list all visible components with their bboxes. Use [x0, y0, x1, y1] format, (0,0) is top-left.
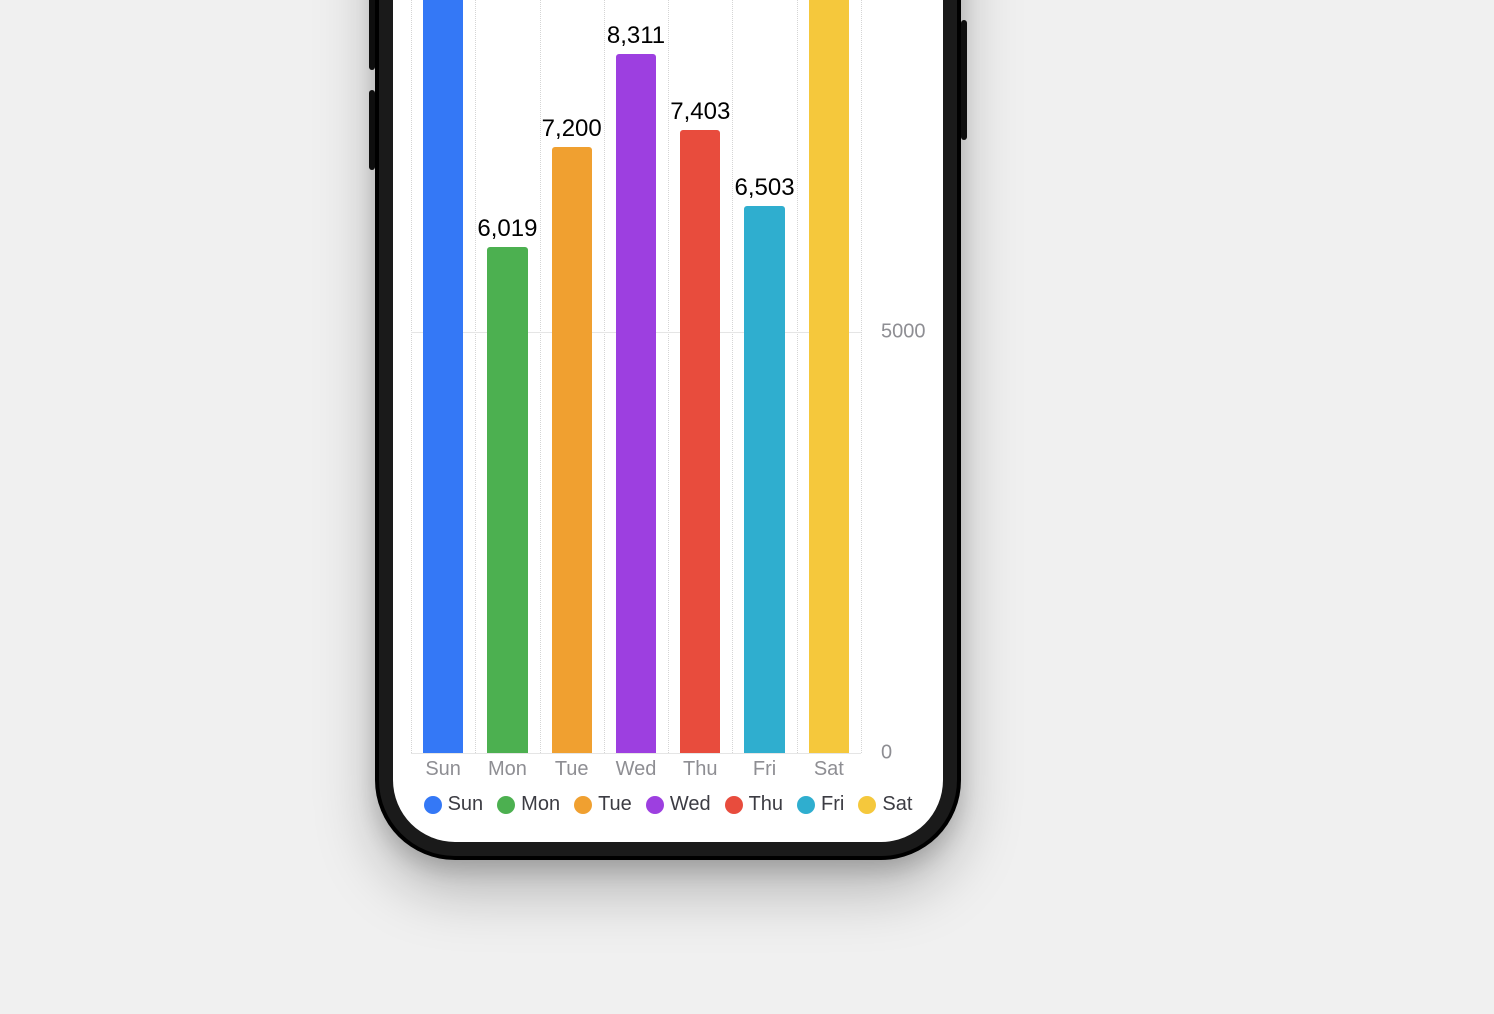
chart-plot-area: 10,531 6,019 7,200 8,311 7,403	[411, 0, 861, 753]
y-tick-label: 5000	[881, 321, 926, 344]
bar-mon[interactable]: 6,019	[487, 247, 527, 753]
legend-swatch	[646, 796, 664, 814]
power-button[interactable]	[961, 20, 967, 140]
volume-down-button[interactable]	[369, 90, 375, 170]
grid-y-0	[411, 753, 861, 754]
x-tick-label: Sat	[814, 758, 844, 781]
legend-swatch	[797, 796, 815, 814]
legend-item-wed[interactable]: Wed	[646, 793, 711, 816]
legend-label: Fri	[821, 793, 844, 816]
volume-up-button[interactable]	[369, 0, 375, 70]
legend-swatch	[574, 796, 592, 814]
grid-x	[797, 0, 798, 753]
legend-item-thu[interactable]: Thu	[725, 793, 783, 816]
chart-legend: Sun Mon Tue Wed Thu Fri Sat	[393, 793, 943, 816]
phone-frame: 10,531 6,019 7,200 8,311 7,403	[375, 0, 961, 860]
x-tick-label: Sun	[425, 758, 461, 781]
bar-value-label: 7,200	[540, 115, 604, 143]
legend-swatch	[424, 796, 442, 814]
legend-item-fri[interactable]: Fri	[797, 793, 844, 816]
x-tick-label: Wed	[616, 758, 657, 781]
x-tick-label: Fri	[753, 758, 776, 781]
legend-swatch	[497, 796, 515, 814]
grid-x	[411, 0, 412, 753]
grid-x	[475, 0, 476, 753]
x-tick-label: Tue	[555, 758, 589, 781]
bar-sun[interactable]: 10,531	[423, 0, 463, 753]
x-tick-label: Mon	[488, 758, 527, 781]
x-tick-label: Thu	[683, 758, 717, 781]
bar-value-label: 6,019	[475, 215, 539, 243]
legend-label: Sat	[882, 793, 912, 816]
bar-sat[interactable]: 9,230	[809, 0, 849, 753]
y-tick-label: 0	[881, 742, 892, 765]
legend-label: Sun	[448, 793, 484, 816]
grid-x	[540, 0, 541, 753]
bar-tue[interactable]: 7,200	[552, 147, 592, 753]
bar-wed[interactable]: 8,311	[616, 54, 656, 753]
grid-x	[604, 0, 605, 753]
bar-value-label: 8,311	[604, 22, 668, 50]
bar-fri[interactable]: 6,503	[744, 206, 784, 753]
legend-item-mon[interactable]: Mon	[497, 793, 560, 816]
bar-thu[interactable]: 7,403	[680, 130, 720, 753]
grid-x	[732, 0, 733, 753]
legend-swatch	[725, 796, 743, 814]
legend-swatch	[858, 796, 876, 814]
legend-label: Tue	[598, 793, 632, 816]
legend-item-sun[interactable]: Sun	[424, 793, 484, 816]
legend-item-tue[interactable]: Tue	[574, 793, 632, 816]
bar-chart: 10,531 6,019 7,200 8,311 7,403	[393, 0, 943, 842]
legend-label: Thu	[749, 793, 783, 816]
legend-label: Wed	[670, 793, 711, 816]
x-axis: Sun Mon Tue Wed Thu Fri Sat	[411, 758, 861, 788]
phone-screen: 10,531 6,019 7,200 8,311 7,403	[393, 0, 943, 842]
legend-item-sat[interactable]: Sat	[858, 793, 912, 816]
bar-value-label: 7,403	[668, 98, 732, 126]
grid-x	[861, 0, 862, 753]
bar-value-label: 6,503	[732, 174, 796, 202]
legend-label: Mon	[521, 793, 560, 816]
